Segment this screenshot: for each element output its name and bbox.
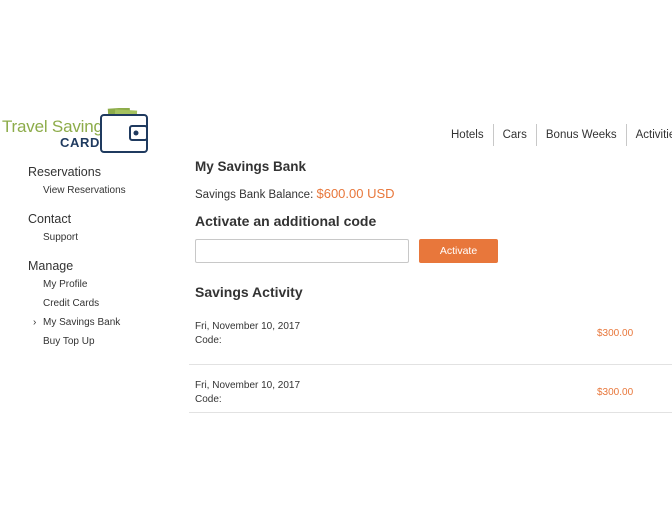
sidebar-group-reservations: Reservations View Reservations <box>28 164 178 202</box>
sidebar-item-support[interactable]: Support <box>28 230 178 249</box>
activity-code-label: Code: <box>195 335 222 346</box>
activity-amount: $300.00 <box>597 328 634 339</box>
logo-text-line1: Travel Savings <box>2 117 112 136</box>
list-item: Fri, November 10, 2017 Code: $300.00 <box>189 365 672 413</box>
list-item: Fri, November 10, 2017 Code: $300.00 <box>189 317 672 365</box>
activate-button[interactable]: Activate <box>419 239 498 263</box>
activity-date: Fri, November 10, 2017 <box>195 321 301 332</box>
nav-bonus-weeks[interactable]: Bonus Weeks <box>537 124 626 146</box>
nav-cars[interactable]: Cars <box>494 124 536 146</box>
savings-activity-list: Fri, November 10, 2017 Code: $300.00 Fri… <box>189 317 672 413</box>
code-input[interactable] <box>195 239 409 263</box>
page-title: My Savings Bank <box>195 159 307 174</box>
activate-code-form: Activate <box>195 239 672 263</box>
sidebar-item-buy-top-up[interactable]: Buy Top Up <box>28 334 178 353</box>
sidebar-item-my-savings-bank[interactable]: › My Savings Bank <box>28 315 178 334</box>
sidebar-group-manage: Manage My Profile Credit Cards › My Savi… <box>28 258 178 353</box>
sidebar-group-contact: Contact Support <box>28 211 178 249</box>
nav-activities[interactable]: Activities <box>627 124 672 146</box>
sidebar-item-my-profile[interactable]: My Profile <box>28 277 178 296</box>
brand-logo[interactable]: Travel Savings CARD <box>0 106 152 154</box>
balance-value: $600.00 USD <box>316 186 395 201</box>
activity-date: Fri, November 10, 2017 <box>195 380 301 391</box>
balance-row: Savings Bank Balance: $600.00 USD <box>195 185 672 203</box>
activity-amount: $300.00 <box>597 387 634 398</box>
top-navigation: Hotels Cars Bonus Weeks Activities <box>442 124 672 146</box>
sidebar-item-label: My Savings Bank <box>43 317 121 328</box>
chevron-right-icon: › <box>33 317 37 328</box>
sidebar-item-view-reservations[interactable]: View Reservations <box>28 183 178 202</box>
logo-text-line2: CARD <box>60 135 100 150</box>
activity-code-label: Code: <box>195 394 222 405</box>
main-content: My Savings Bank Savings Bank Balance: $6… <box>189 158 672 413</box>
savings-activity-heading: Savings Activity <box>195 284 303 300</box>
wallet-icon <box>100 108 148 153</box>
sidebar-item-credit-cards[interactable]: Credit Cards <box>28 296 178 315</box>
balance-label: Savings Bank Balance: <box>195 189 314 201</box>
activate-code-heading: Activate an additional code <box>195 213 377 229</box>
sidebar-heading: Manage <box>28 259 74 273</box>
account-sidebar: Reservations View Reservations Contact S… <box>28 164 178 362</box>
nav-hotels[interactable]: Hotels <box>442 124 493 146</box>
sidebar-heading: Contact <box>28 212 72 226</box>
sidebar-heading: Reservations <box>28 165 101 179</box>
